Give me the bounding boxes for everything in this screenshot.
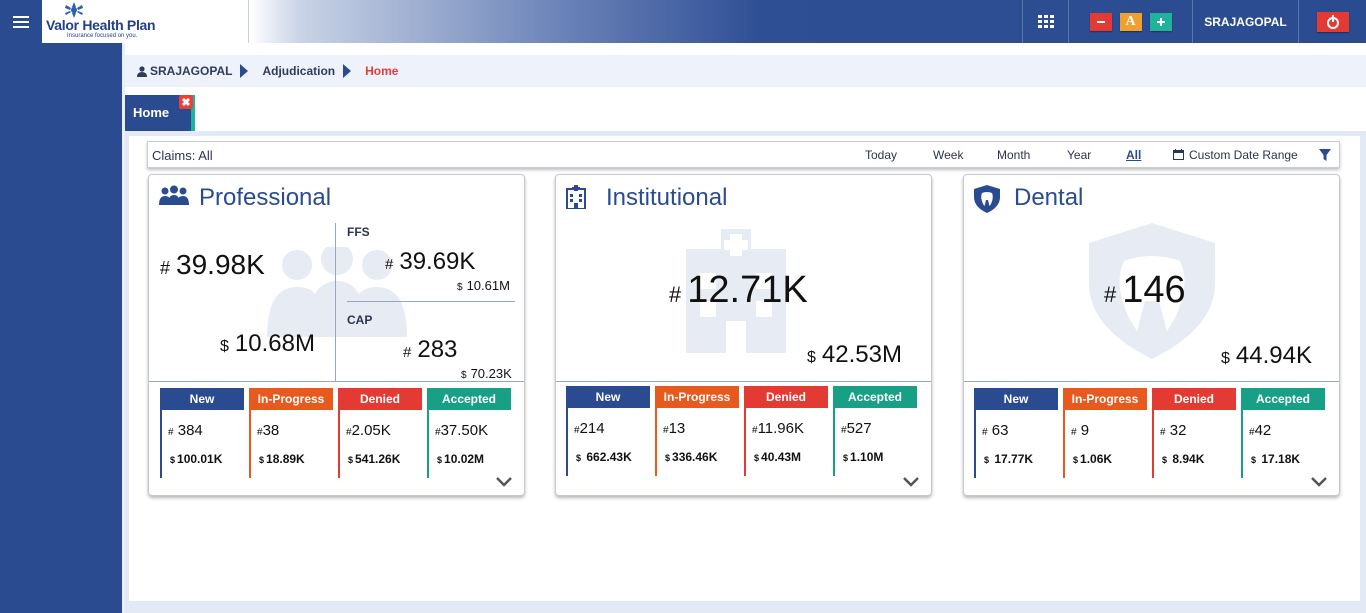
breadcrumb-user-label: SRAJAGOPAL [150, 64, 233, 78]
period-all[interactable]: All [1126, 148, 1141, 162]
dental-total-amount: $44.94K [1221, 342, 1312, 369]
status-in-progress[interactable]: In-Progress # 9 $1.06K [1063, 388, 1147, 478]
apps-grid-button[interactable] [1022, 0, 1068, 43]
institutional-total-count: #12.71K [669, 269, 808, 311]
font-decrease-button[interactable] [1089, 12, 1112, 31]
period-year[interactable]: Year [1067, 148, 1091, 162]
status-denied[interactable]: Denied #2.05K $541.26K [338, 388, 422, 478]
sidebar [0, 43, 122, 613]
logo[interactable]: Valor Health Plan Insurance focused on y… [43, 0, 249, 43]
calendar-icon [1173, 149, 1184, 160]
logout-button[interactable] [1298, 0, 1366, 43]
breadcrumb-arrow-icon [240, 64, 249, 78]
period-week[interactable]: Week [933, 148, 963, 162]
user-name: SRAJAGOPAL [1204, 14, 1287, 29]
status-new[interactable]: New # 63 $ 17.77K [974, 388, 1058, 478]
card-title: Dental [1014, 184, 1084, 211]
group-icon [159, 185, 189, 205]
status-denied[interactable]: Denied # 32 $ 8.94K [1152, 388, 1236, 478]
hospital-icon [566, 185, 586, 209]
status-in-progress[interactable]: In-Progress #13 $336.46K [655, 386, 739, 476]
breadcrumb-current: Home [365, 64, 399, 78]
status-new[interactable]: New # 384 $100.01K [160, 388, 244, 478]
user-menu[interactable]: SRAJAGOPAL [1192, 0, 1298, 43]
ffs-count: #39.69K [385, 248, 476, 275]
professional-total-amount: $10.68M [220, 330, 315, 357]
breadcrumb-user[interactable]: SRAJAGOPAL [137, 64, 232, 78]
font-increase-button[interactable] [1149, 12, 1172, 31]
font-size-controls: A [1068, 0, 1192, 43]
card-title: Institutional [606, 184, 728, 211]
cap-count: #283 [403, 336, 458, 363]
card-title: Professional [199, 184, 332, 211]
status-denied[interactable]: Denied #11.96K $40.43M [744, 386, 828, 476]
chevron-down-icon[interactable] [903, 477, 919, 487]
cap-label: CAP [347, 313, 373, 327]
dental-total-count: #146 [1104, 269, 1186, 311]
ffs-cap-divider [347, 301, 515, 302]
card-divider [964, 381, 1339, 382]
status-accepted[interactable]: Accepted #527 $1.10M [833, 386, 917, 476]
status-in-progress[interactable]: In-Progress #38 $18.89K [249, 388, 333, 478]
status-accepted[interactable]: Accepted #37.50K $10.02M [427, 388, 511, 478]
chevron-down-icon[interactable] [1311, 477, 1327, 487]
ffs-label: FFS [347, 225, 370, 239]
status-new[interactable]: New #214 $ 662.43K [566, 386, 650, 476]
institutional-card: Institutional #12.71K $42.53M New #214 $… [555, 174, 932, 496]
ffs-amount: $10.61M [457, 278, 510, 293]
minus-icon [1096, 20, 1105, 23]
breadcrumb: SRAJAGOPAL Adjudication Home [125, 55, 1366, 87]
top-bar: Valor Health Plan Insurance focused on y… [0, 0, 1366, 43]
professional-total-count: #39.98K [160, 249, 265, 280]
period-month[interactable]: Month [997, 148, 1030, 162]
tooth-shield-icon [974, 185, 1000, 213]
card-divider [149, 381, 524, 382]
breadcrumb-arrow-icon [343, 64, 352, 78]
period-today[interactable]: Today [865, 148, 897, 162]
breadcrumb-section[interactable]: Adjudication [262, 64, 335, 78]
menu-icon[interactable] [0, 0, 42, 43]
logo-tagline: Insurance focused on you. [67, 33, 138, 39]
custom-date-range[interactable]: Custom Date Range [1189, 148, 1298, 162]
font-reset-button[interactable]: A [1119, 12, 1142, 31]
claims-filter-bar: Claims: All Today Week Month Year All Cu… [147, 141, 1340, 168]
filter-icon[interactable] [1319, 149, 1331, 162]
logo-text: Valor Health Plan [46, 17, 156, 33]
professional-card: Professional #39.98K $10.68M FFS #39.69K… [148, 174, 525, 496]
tab-close-icon[interactable]: ✖ [179, 95, 193, 109]
dental-card: Dental #146 $44.94K New # 63 $ 17.77K In… [963, 174, 1340, 496]
card-vertical-divider [335, 223, 336, 381]
chevron-down-icon[interactable] [496, 477, 512, 487]
claims-title: Claims: All [152, 148, 213, 163]
apps-grid-icon [1037, 14, 1054, 28]
top-right-controls: A SRAJAGOPAL [1022, 0, 1366, 43]
logo-mark-icon [65, 2, 83, 18]
institutional-total-amount: $42.53M [807, 341, 902, 368]
power-icon [1316, 11, 1349, 32]
status-accepted[interactable]: Accepted #42 $ 17.18K [1241, 388, 1325, 478]
user-icon [137, 65, 147, 77]
plus-icon [1156, 17, 1165, 26]
card-divider [556, 381, 931, 382]
